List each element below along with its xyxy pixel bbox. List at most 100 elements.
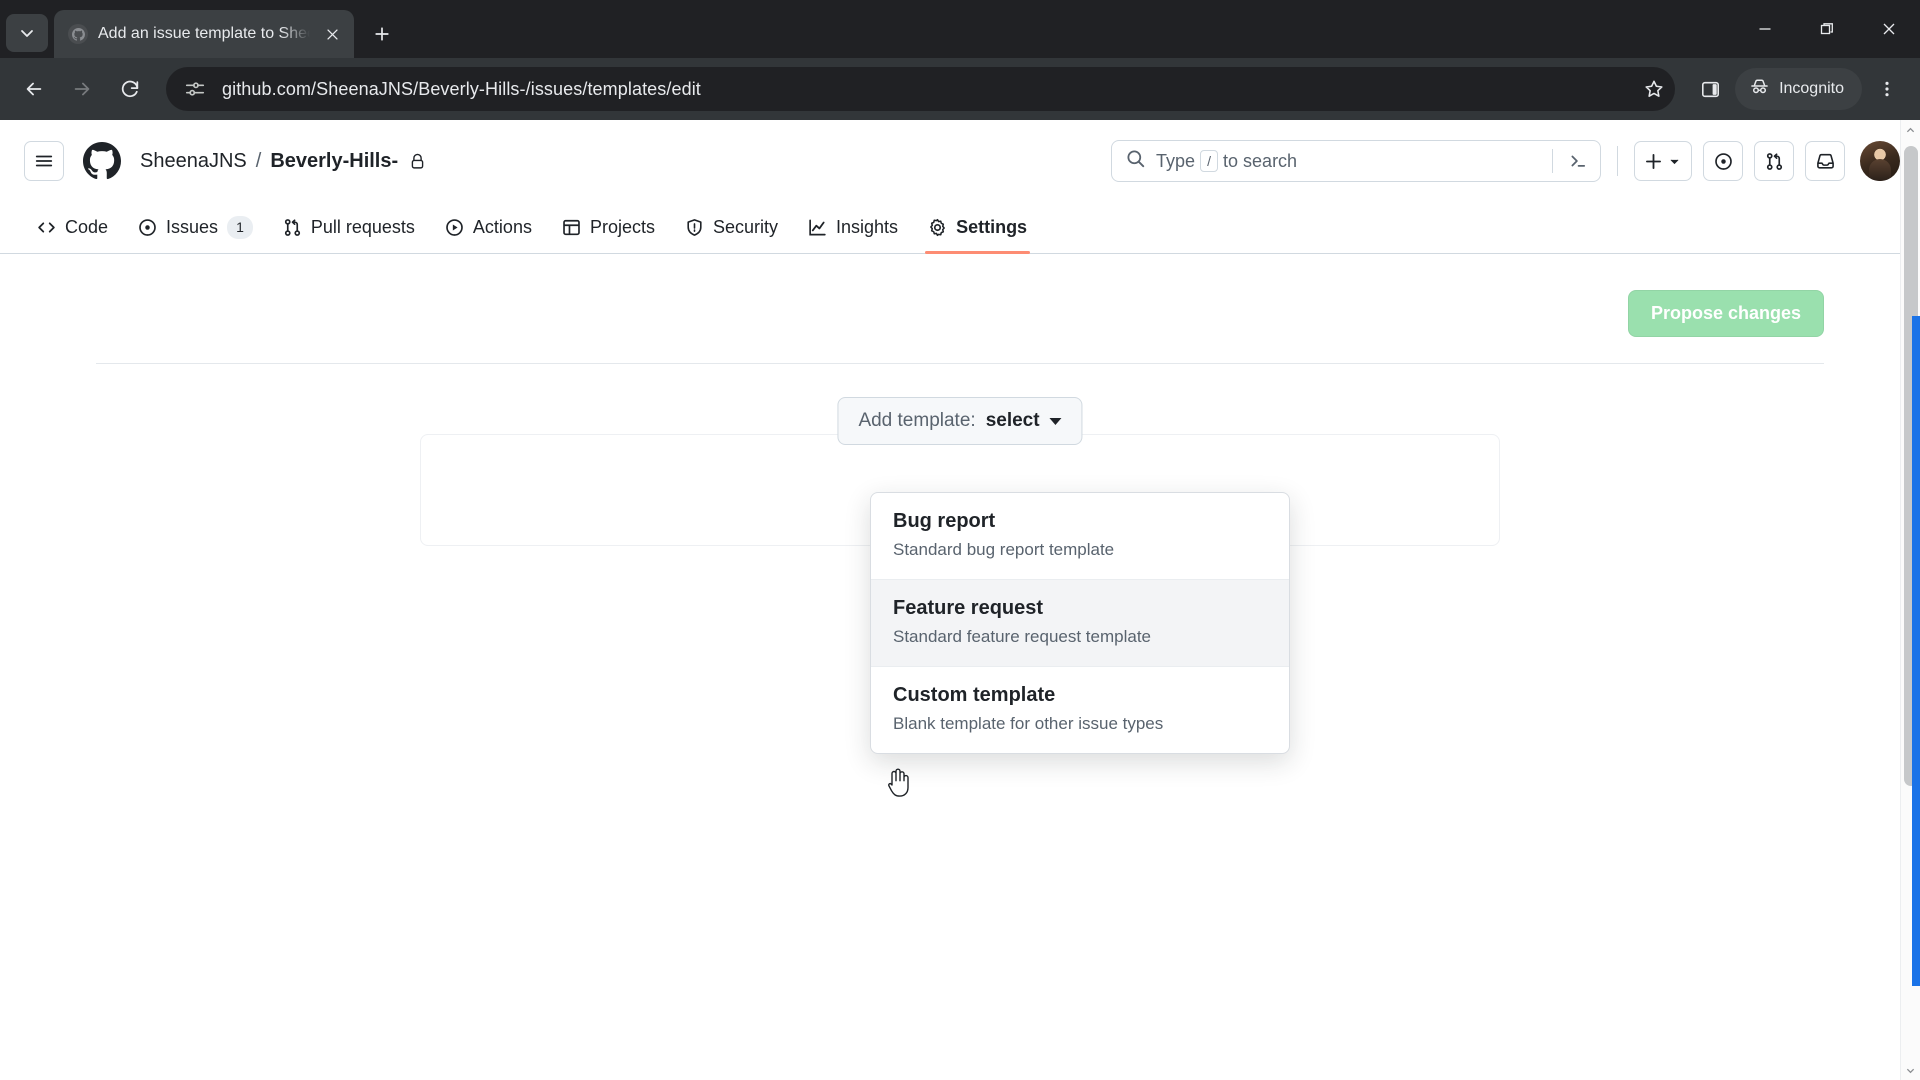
notifications-button[interactable] bbox=[1805, 141, 1845, 181]
header-actions bbox=[1634, 141, 1900, 181]
nav-label: Pull requests bbox=[310, 216, 415, 237]
hamburger-menu-button[interactable] bbox=[24, 141, 64, 181]
graph-icon bbox=[809, 219, 826, 236]
nav-item-actions[interactable]: Actions bbox=[432, 202, 545, 253]
close-window-button[interactable] bbox=[1858, 0, 1920, 58]
breadcrumb-repo[interactable]: Beverly-Hills- bbox=[270, 150, 398, 173]
nav-item-settings[interactable]: Settings bbox=[915, 202, 1040, 254]
nav-item-insights[interactable]: Insights bbox=[795, 202, 911, 253]
create-new-button[interactable] bbox=[1634, 141, 1692, 181]
side-panel-button[interactable] bbox=[1689, 68, 1731, 110]
browser-toolbar: github.com/SheenaJNS/Beverly-Hills-/issu… bbox=[0, 58, 1920, 120]
reload-button[interactable] bbox=[108, 67, 152, 111]
arrow-left-icon bbox=[26, 82, 42, 96]
page-viewport: SheenaJNS / Beverly-Hills- Type / to sea… bbox=[0, 120, 1920, 1080]
search-icon bbox=[1126, 149, 1145, 173]
bookmark-star-button[interactable] bbox=[1641, 76, 1667, 102]
chevron-up-icon bbox=[1906, 127, 1915, 132]
incognito-indicator[interactable]: Incognito bbox=[1735, 68, 1862, 110]
plus-icon bbox=[375, 27, 389, 41]
breadcrumb-separator: / bbox=[255, 149, 262, 172]
git-pull-request-icon bbox=[1766, 152, 1782, 170]
nav-item-issues[interactable]: Issues 1 bbox=[125, 202, 266, 253]
shield-icon bbox=[687, 219, 702, 236]
tab-title: Add an issue template to Sheen bbox=[98, 25, 310, 42]
gear-icon bbox=[930, 218, 945, 237]
github-home-link[interactable] bbox=[82, 141, 122, 181]
main-content: Propose changes Add template: select Bug… bbox=[0, 254, 1920, 754]
menu-item-description: Standard bug report template bbox=[893, 540, 1115, 559]
three-dots-vertical-icon bbox=[1885, 81, 1889, 97]
issue-opened-icon bbox=[139, 219, 156, 236]
menu-item-feature-request[interactable]: Feature request Standard feature request… bbox=[871, 579, 1289, 667]
content-divider bbox=[96, 363, 1824, 364]
chevron-down-icon bbox=[21, 30, 33, 37]
nav-item-security[interactable]: Security bbox=[672, 202, 791, 253]
terminal-icon bbox=[1571, 155, 1586, 167]
url-text: github.com/SheenaJNS/Beverly-Hills-/issu… bbox=[222, 78, 701, 99]
star-icon bbox=[1645, 80, 1663, 97]
tab-strip: Add an issue template to Sheen bbox=[0, 0, 1920, 58]
mouse-cursor bbox=[888, 768, 909, 797]
table-icon bbox=[563, 219, 580, 236]
your-issues-button[interactable] bbox=[1703, 141, 1743, 181]
nav-item-projects[interactable]: Projects bbox=[549, 202, 668, 253]
address-bar[interactable]: github.com/SheenaJNS/Beverly-Hills-/issu… bbox=[166, 67, 1676, 111]
your-pull-requests-button[interactable] bbox=[1754, 141, 1794, 181]
nav-label: Projects bbox=[589, 216, 655, 237]
nav-item-pull-requests[interactable]: Pull requests bbox=[270, 202, 428, 253]
nav-label: Actions bbox=[472, 216, 532, 237]
nav-label: Issues bbox=[166, 216, 219, 237]
reload-icon bbox=[121, 80, 139, 98]
scroll-down-arrow[interactable] bbox=[1901, 1060, 1920, 1080]
inbox-icon bbox=[1816, 153, 1834, 169]
header-divider bbox=[1617, 146, 1618, 176]
github-header: SheenaJNS / Beverly-Hills- Type / to sea… bbox=[0, 120, 1920, 202]
add-template-value: select bbox=[985, 410, 1040, 431]
template-area: Add template: select Bug report Standard… bbox=[0, 397, 1920, 754]
side-panel-icon bbox=[1701, 81, 1719, 97]
search-placeholder-post: to search bbox=[1223, 150, 1298, 171]
search-slash-key: / bbox=[1200, 150, 1219, 172]
forward-button[interactable] bbox=[60, 67, 104, 111]
search-input[interactable]: Type / to search bbox=[1111, 140, 1601, 182]
close-icon bbox=[1883, 23, 1895, 35]
github-favicon bbox=[68, 24, 88, 44]
menu-item-bug-report[interactable]: Bug report Standard bug report template bbox=[871, 493, 1289, 580]
restore-icon bbox=[1820, 23, 1833, 35]
nav-label: Insights bbox=[836, 216, 899, 237]
browser-menu-button[interactable] bbox=[1866, 68, 1908, 110]
menu-item-custom-template[interactable]: Custom template Blank template for other… bbox=[871, 667, 1289, 753]
tab-search-button[interactable] bbox=[6, 14, 48, 52]
site-settings-icon[interactable] bbox=[182, 76, 208, 102]
lock-icon bbox=[409, 153, 426, 170]
menu-item-title: Feature request bbox=[893, 596, 1044, 619]
plus-icon bbox=[1646, 153, 1661, 169]
propose-changes-button[interactable]: Propose changes bbox=[1627, 290, 1824, 337]
divider bbox=[1552, 149, 1553, 173]
breadcrumb-owner[interactable]: SheenaJNS bbox=[140, 150, 247, 173]
menu-item-title: Bug report bbox=[893, 510, 996, 532]
add-template-button[interactable]: Add template: select bbox=[837, 397, 1083, 445]
play-icon bbox=[446, 219, 463, 236]
issues-count-badge: 1 bbox=[227, 216, 253, 239]
avatar[interactable] bbox=[1860, 141, 1900, 181]
code-icon bbox=[38, 222, 55, 233]
back-button[interactable] bbox=[12, 67, 56, 111]
new-tab-button[interactable] bbox=[364, 16, 400, 52]
github-logo-icon bbox=[83, 142, 121, 180]
incognito-icon bbox=[1749, 76, 1770, 102]
scroll-up-arrow[interactable] bbox=[1901, 120, 1920, 140]
browser-window: Add an issue template to Sheen github.co… bbox=[0, 0, 1920, 1080]
minimize-button[interactable] bbox=[1734, 0, 1796, 58]
chevron-down-icon bbox=[1670, 159, 1679, 164]
nav-item-code[interactable]: Code bbox=[24, 202, 121, 253]
toolbar-right-actions: Incognito bbox=[1689, 68, 1908, 110]
issue-opened-icon bbox=[1714, 152, 1732, 170]
tab-close-button[interactable] bbox=[320, 22, 344, 46]
search-placeholder-pre: Type bbox=[1156, 150, 1196, 171]
git-pull-request-icon bbox=[284, 219, 300, 236]
browser-tab[interactable]: Add an issue template to Sheen bbox=[54, 10, 354, 58]
command-palette-button[interactable] bbox=[1564, 147, 1592, 175]
maximize-button[interactable] bbox=[1796, 0, 1858, 58]
